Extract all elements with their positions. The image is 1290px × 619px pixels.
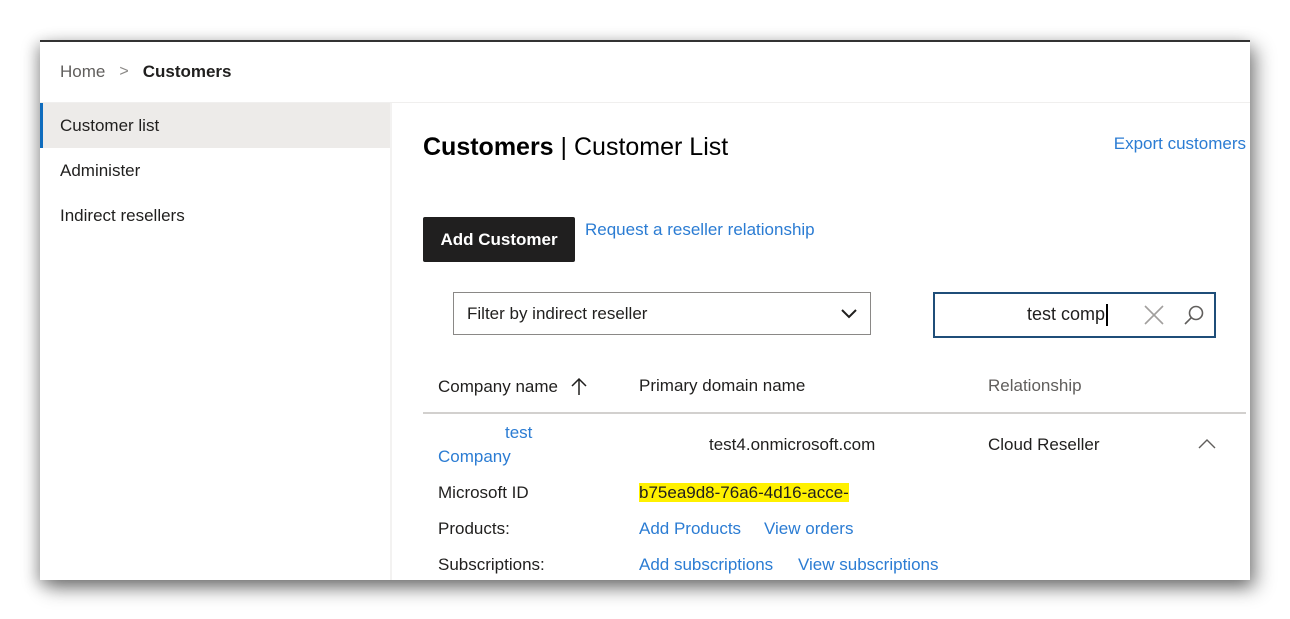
sidebar: Customer list Administer Indirect resell…: [40, 103, 392, 580]
view-subscriptions-link[interactable]: View subscriptions: [798, 555, 938, 575]
app-window: Home > Customers Customer list Administe…: [40, 40, 1250, 580]
table-header-divider: [423, 412, 1246, 414]
filter-selected-value: Filter by indirect reseller: [467, 303, 648, 323]
close-icon[interactable]: [1134, 304, 1174, 326]
sidebar-item-administer[interactable]: Administer: [40, 148, 390, 193]
microsoft-id-value: b75ea9d8-76a6-4d16-acce-: [639, 483, 849, 502]
page-title-subsection: Customer List: [573, 133, 729, 161]
breadcrumb-chevron-icon: >: [119, 63, 129, 80]
breadcrumb: Home > Customers: [60, 62, 232, 82]
company-name-link-line2[interactable]: Company: [438, 447, 511, 467]
add-customer-button[interactable]: Add Customer: [423, 217, 575, 262]
microsoft-id-label: Microsoft ID: [438, 483, 529, 502]
column-header-company-name[interactable]: Company name: [438, 376, 587, 397]
text-caret: [1106, 304, 1108, 327]
subscriptions-label: Subscriptions:: [438, 555, 545, 574]
sidebar-item-indirect-resellers[interactable]: Indirect resellers: [40, 193, 390, 238]
company-name-link-line1[interactable]: test: [505, 423, 532, 443]
column-header-primary-domain[interactable]: Primary domain name: [639, 376, 805, 396]
page-title-section: Customers: [423, 133, 554, 161]
customer-search-box[interactable]: test comp: [933, 292, 1216, 338]
indirect-reseller-filter-dropdown[interactable]: Filter by indirect reseller: [453, 292, 871, 335]
primary-domain: test4.onmicrosoft.com: [709, 435, 876, 454]
add-products-link[interactable]: Add Products: [639, 519, 741, 539]
chevron-down-icon: [841, 308, 857, 318]
chevron-up-icon[interactable]: [1197, 437, 1217, 451]
search-input[interactable]: test comp: [935, 304, 1110, 327]
request-reseller-relationship-link[interactable]: Request a reseller relationship: [585, 220, 815, 240]
export-customers-link[interactable]: Export customers: [1114, 134, 1246, 154]
view-orders-link[interactable]: View orders: [764, 519, 853, 539]
sort-ascending-icon: [571, 377, 587, 395]
page-title: Customers | Customer List: [423, 133, 728, 162]
page-title-separator: |: [553, 133, 574, 161]
column-header-relationship[interactable]: Relationship: [988, 376, 1082, 396]
sidebar-item-customer-list[interactable]: Customer list: [40, 103, 390, 148]
search-icon[interactable]: [1174, 304, 1214, 326]
breadcrumb-current: Customers: [142, 62, 232, 81]
breadcrumb-home[interactable]: Home: [60, 62, 105, 82]
main-content: Customers | Customer List Export custome…: [392, 103, 1250, 580]
add-subscriptions-link[interactable]: Add subscriptions: [639, 555, 773, 575]
products-label: Products:: [438, 519, 510, 538]
relationship: Cloud Reseller: [988, 435, 1100, 454]
